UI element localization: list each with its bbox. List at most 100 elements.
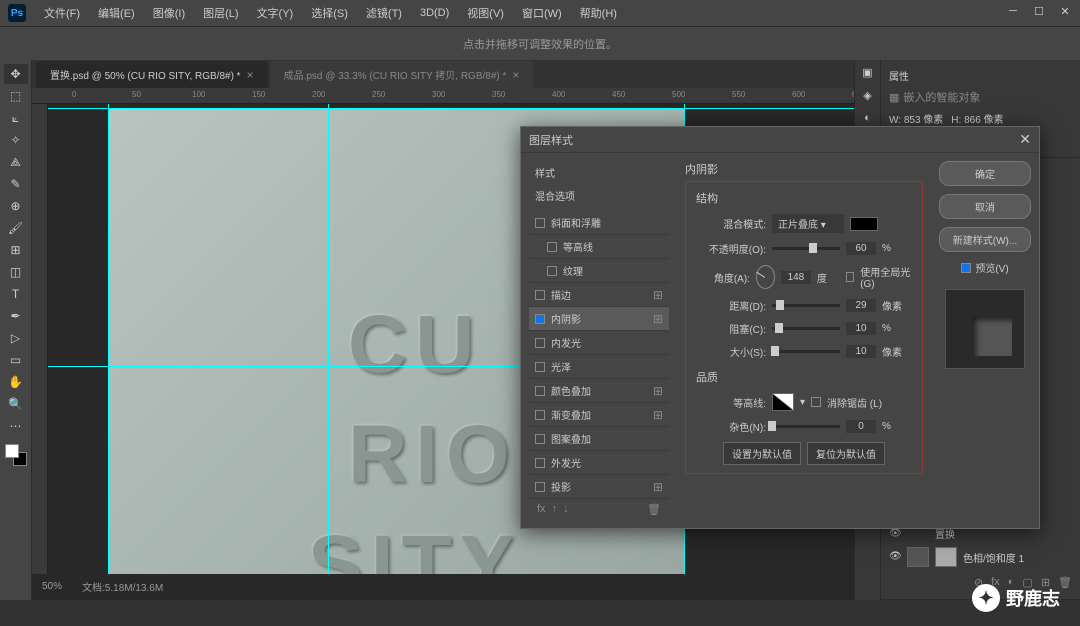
wand-tool-icon[interactable]: ✧: [4, 130, 28, 150]
fx-down-icon[interactable]: ↓: [563, 503, 569, 516]
crop-tool-icon[interactable]: ⟁: [4, 152, 28, 172]
document-tab-active[interactable]: 置换.psd @ 50% (CU RIO SITY, RGB/8#) * ×: [36, 61, 268, 88]
type-tool-icon[interactable]: T: [4, 284, 28, 304]
opacity-slider[interactable]: [772, 247, 840, 250]
style-checkbox[interactable]: [535, 314, 545, 324]
make-default-button[interactable]: 设置为默认值: [723, 442, 801, 465]
eyedropper-tool-icon[interactable]: ✎: [4, 174, 28, 194]
style-checkbox[interactable]: [547, 266, 557, 276]
style-checkbox[interactable]: [535, 482, 545, 492]
style-checkbox[interactable]: [535, 290, 545, 300]
zoom-level[interactable]: 50%: [42, 581, 62, 592]
dialog-titlebar[interactable]: 图层样式 ✕: [521, 127, 1039, 153]
style-row-内阴影[interactable]: 内阴影⊞: [529, 307, 669, 331]
move-tool-icon[interactable]: ✥: [4, 64, 28, 84]
style-checkbox[interactable]: [535, 338, 545, 348]
add-effect-icon[interactable]: ⊞: [653, 384, 663, 398]
brush-tool-icon[interactable]: 🖌: [4, 218, 28, 238]
style-row-等高线[interactable]: 等高线: [529, 235, 669, 259]
choke-input[interactable]: [846, 322, 876, 335]
visibility-icon[interactable]: 👁: [889, 528, 901, 540]
menu-edit[interactable]: 编辑(E): [90, 1, 143, 25]
tab-close-icon[interactable]: ×: [512, 68, 519, 82]
delete-layer-icon[interactable]: 🗑: [1058, 576, 1072, 589]
menu-filter[interactable]: 滤镜(T): [358, 1, 410, 25]
style-row-渐变叠加[interactable]: 渐变叠加⊞: [529, 403, 669, 427]
style-row-颜色叠加[interactable]: 颜色叠加⊞: [529, 379, 669, 403]
menu-select[interactable]: 选择(S): [303, 1, 356, 25]
add-effect-icon[interactable]: ⊞: [653, 408, 663, 422]
styles-header[interactable]: 样式: [529, 161, 669, 184]
stamp-tool-icon[interactable]: ⊞: [4, 240, 28, 260]
preview-checkbox[interactable]: [961, 263, 971, 273]
eraser-tool-icon[interactable]: ◫: [4, 262, 28, 282]
fx-delete-icon[interactable]: 🗑: [647, 503, 661, 516]
add-effect-icon[interactable]: ⊞: [653, 288, 663, 302]
color-panel-icon[interactable]: ◈: [863, 89, 871, 102]
guide-vertical[interactable]: [108, 104, 109, 574]
style-row-斜面和浮雕[interactable]: 斜面和浮雕: [529, 211, 669, 235]
style-row-外发光[interactable]: 外发光: [529, 451, 669, 475]
layer-item[interactable]: 👁 色相/饱和度 1: [885, 544, 1076, 570]
document-tab-inactive[interactable]: 成品.psd @ 33.3% (CU RIO SITY 拷贝, RGB/8#) …: [270, 61, 534, 88]
style-checkbox[interactable]: [535, 458, 545, 468]
menu-window[interactable]: 窗口(W): [514, 1, 570, 25]
style-checkbox[interactable]: [535, 362, 545, 372]
foreground-color-swatch[interactable]: [5, 444, 19, 458]
style-row-内发光[interactable]: 内发光: [529, 331, 669, 355]
ruler-horizontal[interactable]: 0501001502002503003504004505005506006507…: [32, 88, 854, 104]
marquee-tool-icon[interactable]: ⬚: [4, 86, 28, 106]
zoom-tool-icon[interactable]: 🔍: [4, 394, 28, 414]
menu-image[interactable]: 图像(I): [145, 1, 193, 25]
style-checkbox[interactable]: [535, 434, 545, 444]
close-icon[interactable]: ✕: [1058, 4, 1072, 18]
fx-up-icon[interactable]: ↑: [552, 503, 558, 516]
hand-tool-icon[interactable]: ✋: [4, 372, 28, 392]
add-effect-icon[interactable]: ⊞: [653, 480, 663, 494]
tab-close-icon[interactable]: ×: [247, 68, 254, 82]
style-row-投影[interactable]: 投影⊞: [529, 475, 669, 499]
distance-input[interactable]: [846, 299, 876, 312]
angle-input[interactable]: [781, 271, 811, 284]
add-effect-icon[interactable]: ⊞: [653, 312, 663, 326]
angle-dial[interactable]: [756, 265, 775, 289]
noise-slider[interactable]: [772, 425, 840, 428]
history-panel-icon[interactable]: ▣: [862, 66, 872, 79]
distance-slider[interactable]: [772, 304, 840, 307]
noise-input[interactable]: [846, 420, 876, 433]
prop-width[interactable]: 853: [904, 115, 921, 126]
global-light-checkbox[interactable]: [846, 272, 854, 282]
new-style-button[interactable]: 新建样式(W)...: [939, 227, 1031, 252]
ruler-vertical[interactable]: [32, 104, 48, 574]
style-row-光泽[interactable]: 光泽: [529, 355, 669, 379]
style-row-描边[interactable]: 描边⊞: [529, 283, 669, 307]
fx-add-icon[interactable]: fx: [537, 503, 546, 516]
blend-options-row[interactable]: 混合选项: [529, 184, 669, 207]
minimize-icon[interactable]: ─: [1006, 4, 1020, 18]
prop-height[interactable]: 866: [964, 115, 981, 126]
blend-mode-dropdown[interactable]: 正片叠底 ▾: [772, 214, 844, 233]
size-input[interactable]: [846, 345, 876, 358]
choke-slider[interactable]: [772, 327, 840, 330]
menu-type[interactable]: 文字(Y): [249, 1, 302, 25]
menu-file[interactable]: 文件(F): [36, 1, 88, 25]
guide-horizontal[interactable]: [48, 108, 854, 109]
menu-3d[interactable]: 3D(D): [412, 3, 457, 23]
heal-tool-icon[interactable]: ⊕: [4, 196, 28, 216]
visibility-icon[interactable]: 👁: [889, 551, 901, 563]
opacity-input[interactable]: [846, 242, 876, 255]
menu-help[interactable]: 帮助(H): [572, 1, 625, 25]
guide-vertical[interactable]: [328, 104, 329, 574]
style-checkbox[interactable]: [547, 242, 557, 252]
adjustments-panel-icon[interactable]: ◐: [864, 112, 871, 124]
pen-tool-icon[interactable]: ✒: [4, 306, 28, 326]
shadow-color-swatch[interactable]: [850, 217, 878, 231]
contour-picker[interactable]: [772, 393, 794, 411]
style-row-图案叠加[interactable]: 图案叠加: [529, 427, 669, 451]
ok-button[interactable]: 确定: [939, 161, 1031, 186]
cancel-button[interactable]: 取消: [939, 194, 1031, 219]
menu-layer[interactable]: 图层(L): [195, 1, 246, 25]
style-row-纹理[interactable]: 纹理: [529, 259, 669, 283]
shape-tool-icon[interactable]: ▭: [4, 350, 28, 370]
lasso-tool-icon[interactable]: ⟀: [4, 108, 28, 128]
